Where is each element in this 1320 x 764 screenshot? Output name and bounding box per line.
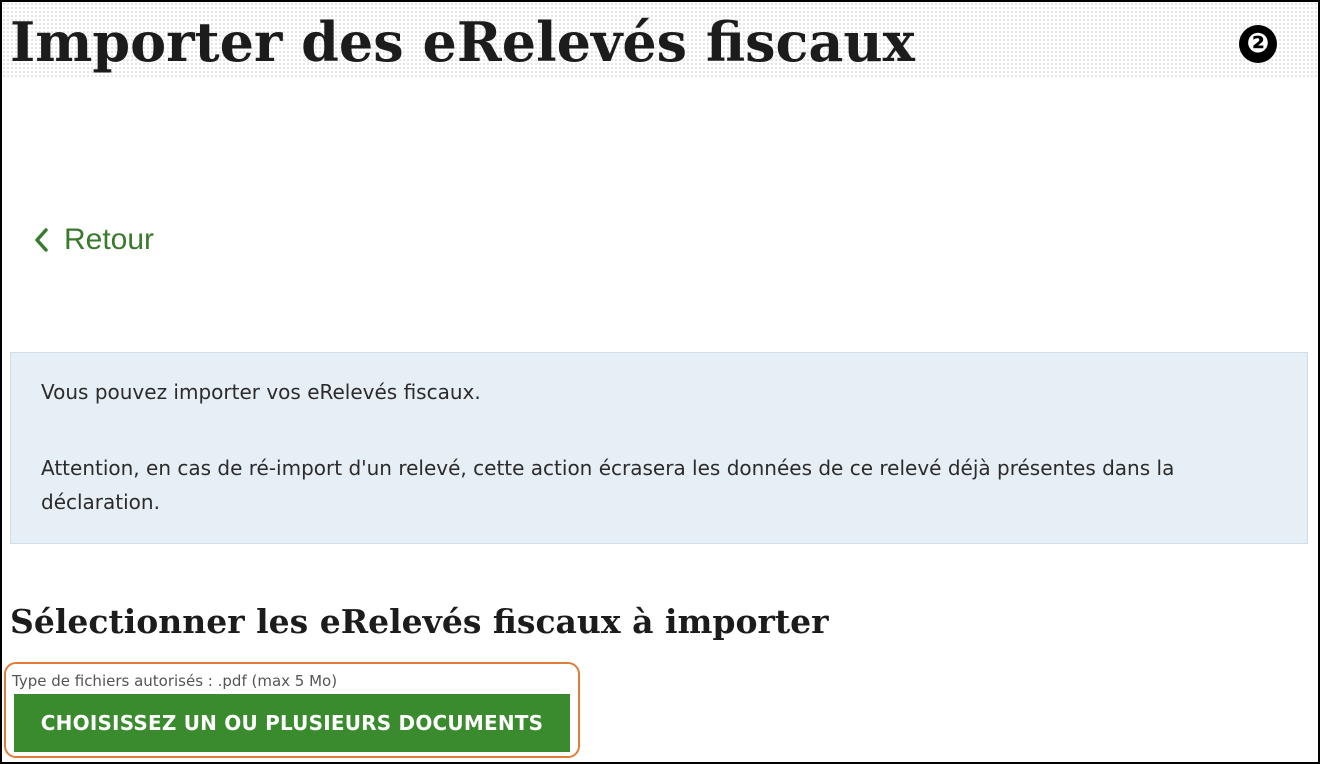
step-number-badge: ❷: [1239, 25, 1277, 63]
file-type-hint: Type de fichiers autorisés : .pdf (max 5…: [12, 672, 338, 690]
choose-documents-button[interactable]: CHOISISSEZ UN OU PLUSIEURS DOCUMENTS: [14, 694, 570, 752]
warning-paragraph: Attention, en cas de ré-import d'un rele…: [41, 456, 1175, 514]
info-paragraph: Vous pouvez importer vos eRelevés fiscau…: [41, 380, 481, 404]
back-link-label: Retour: [64, 223, 155, 256]
back-link[interactable]: Retour: [32, 220, 154, 260]
section-title: Sélectionner les eRelevés fiscaux à impo…: [10, 602, 829, 641]
upload-highlight: Type de fichiers autorisés : .pdf (max 5…: [4, 662, 580, 758]
page-title: Importer des eRelevés fiscaux: [10, 10, 915, 74]
page-frame: Importer des eRelevés fiscaux ❷ Retour V…: [0, 0, 1320, 764]
title-bar: Importer des eRelevés fiscaux ❷: [2, 2, 1318, 78]
chevron-left-icon: [35, 228, 48, 252]
info-notice: Vous pouvez importer vos eRelevés fiscau…: [10, 352, 1308, 544]
